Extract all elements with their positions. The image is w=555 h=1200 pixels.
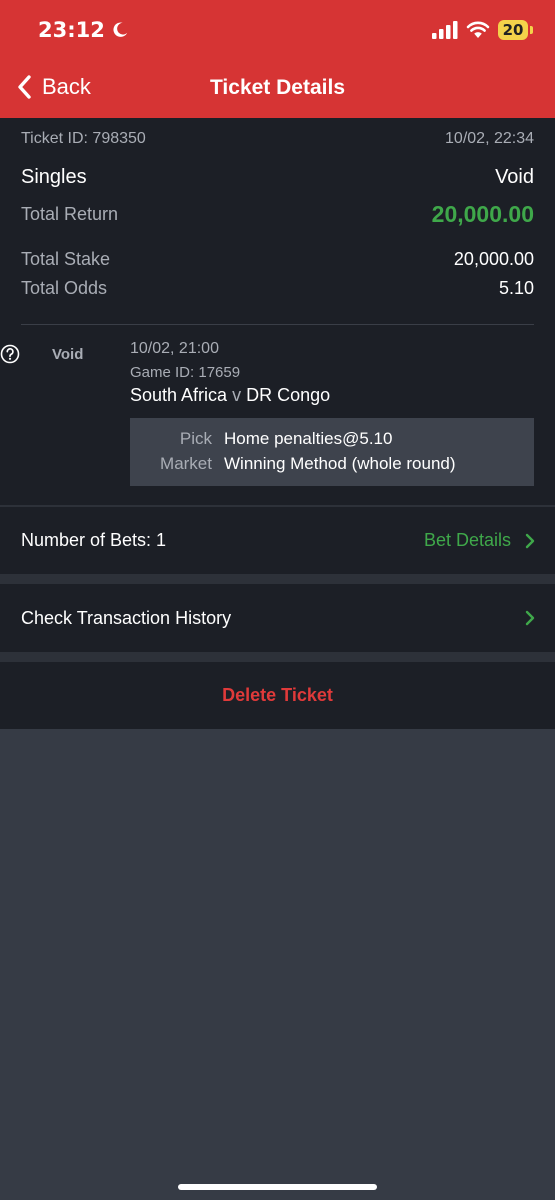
battery-indicator: 20 [498,20,528,40]
bets-count: Number of Bets: 1 [21,530,167,550]
pick-value: Home penalties@5.10 [224,429,393,448]
total-return-row: Total Return 20,000.00 [21,201,534,228]
header-bar: 23:12 20 Back Ticket Details [0,0,555,118]
transaction-history-button[interactable]: Check Transaction History [0,584,555,652]
ticket-meta-row: Ticket ID: 798350 10/02, 22:34 [21,130,534,148]
transaction-history-label: Check Transaction History [21,607,232,628]
home-team: South Africa [130,385,228,405]
delete-ticket-label: Delete Ticket [222,685,333,705]
market-value: Winning Method (whole round) [224,454,456,473]
total-stake-row: Total Stake 20,000.00 [21,249,534,270]
match-title: South Africa v DR Congo [130,385,330,406]
ticket-status: Void [495,166,534,188]
bet-status-tag: Void [52,346,84,363]
chevron-right-icon [525,533,535,548]
status-clock: 23:12 [38,18,105,42]
ticket-card: Ticket ID: 798350 10/02, 22:34 Singles V… [0,118,555,505]
separator [0,652,555,662]
delete-ticket-button[interactable]: Delete Ticket [0,662,555,729]
vs-label: v [232,385,242,405]
ticket-divider [21,324,534,325]
total-stake-label: Total Stake [21,249,111,269]
market-label: Market [160,454,212,473]
status-time: 23:12 [38,18,129,42]
ticket-id: Ticket ID: 798350 [21,130,146,147]
signal-icon [432,21,458,39]
chevron-right-icon [525,610,535,626]
home-indicator[interactable] [178,1184,377,1190]
ticket-type-row: Singles Void [21,166,534,189]
bet-datetime: 10/02, 21:00 [130,340,219,357]
total-return-value: 20,000.00 [431,201,534,227]
bet-details-label: Bet Details [423,530,511,550]
game-id: Game ID: 17659 [130,364,241,381]
bet-type: Singles [21,166,87,188]
total-odds-label: Total Odds [21,278,108,298]
moon-icon [113,22,128,37]
away-team: DR Congo [246,385,331,405]
bet-details-link[interactable]: Bet Details [424,530,535,551]
total-return-label: Total Return [21,204,119,224]
ticket-datetime: 10/02, 22:34 [445,130,534,147]
separator [0,574,555,584]
pick-details: Pick Home penalties@5.10 Market Winning … [130,418,534,486]
wifi-icon [466,21,490,38]
status-indicators: 20 [432,20,533,40]
total-odds-value: 5.10 [498,278,534,298]
bets-panel-row: Number of Bets: 1 Bet Details [21,507,535,574]
history-panel-row: Check Transaction History [21,584,535,652]
help-icon[interactable] [0,344,20,364]
total-stake-value: 20,000.00 [453,249,534,269]
bets-panel[interactable]: Number of Bets: 1 Bet Details [0,507,555,574]
total-odds-row: Total Odds 5.10 [21,278,534,299]
battery-tip [530,26,533,34]
page-title: Ticket Details [209,76,345,99]
pick-label: Pick [179,429,212,448]
